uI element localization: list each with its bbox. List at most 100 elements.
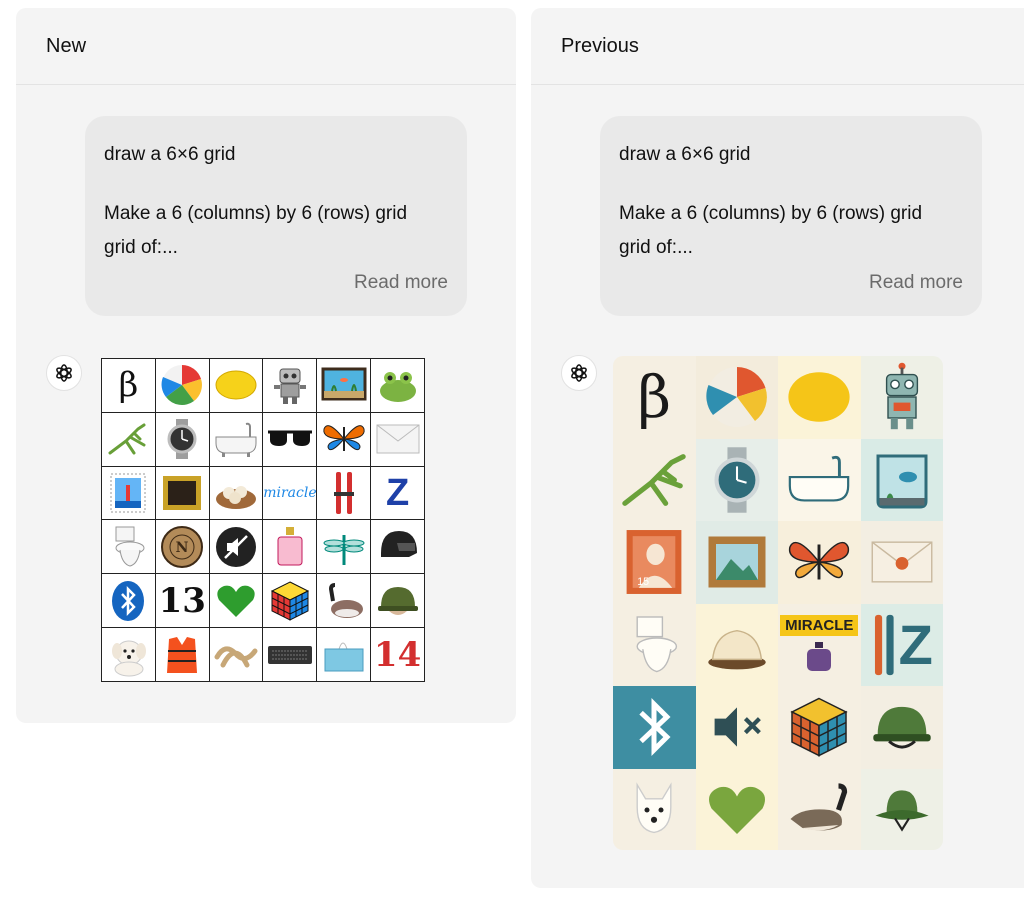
toilet-icon (115, 526, 145, 567)
grid-cell (209, 412, 264, 467)
grid-cell (102, 628, 156, 682)
rubiks-cube-icon (790, 697, 848, 757)
grid-cell (155, 628, 210, 682)
grid-cell (613, 603, 696, 686)
new-panel: New draw a 6×6 grid Make a 6 (columns) b… (16, 8, 516, 723)
grid-cell: miracle (263, 466, 318, 521)
grid-cell (778, 521, 861, 604)
grid-cell (860, 356, 943, 439)
generated-image-grid-previous[interactable]: β 15 MIRACLE Z (613, 356, 943, 850)
grid-cell: Z (371, 466, 425, 521)
green-heart-icon (708, 786, 765, 834)
grid-cell: Z (860, 603, 943, 686)
grid-cell (317, 466, 372, 521)
prompt-line-1: draw a 6×6 grid (104, 144, 236, 165)
grid-cell (778, 356, 861, 439)
grid-cell: β (613, 356, 696, 439)
prompt-line-1: draw a 6×6 grid (619, 144, 751, 165)
praying-mantis-icon (108, 423, 146, 455)
grid-cell (695, 356, 778, 439)
robot-icon (885, 362, 918, 430)
wristwatch-icon (714, 447, 760, 513)
letter-z-icon: Z (385, 471, 410, 514)
generated-image-grid-new[interactable]: β miracle Z N 13 14 (101, 358, 425, 682)
beta-symbol-icon: β (118, 365, 139, 406)
lemon-icon (215, 370, 257, 400)
picture-frame-icon (708, 536, 766, 588)
bathtub-icon (215, 423, 257, 458)
assistant-avatar (46, 355, 82, 391)
perfume-bottle-icon (277, 526, 303, 566)
muted-speaker-icon (714, 707, 761, 747)
number-13-icon: 13 (158, 580, 206, 621)
grid-cell: 14 (371, 628, 425, 682)
grid-cell (209, 520, 264, 575)
grid-cell (155, 359, 210, 413)
robot-icon (273, 368, 306, 405)
assistant-avatar (561, 355, 597, 391)
green-heart-icon (217, 585, 255, 617)
skis-icon (874, 614, 894, 675)
frog-icon (379, 372, 416, 403)
picture-frame-icon (163, 476, 202, 511)
aquarium-icon (876, 454, 928, 509)
grid-cell (155, 412, 210, 467)
dragonfly-icon (323, 534, 365, 565)
postage-stamp-icon (110, 473, 146, 513)
grid-cell (778, 768, 861, 850)
motorcycle-helmet-icon (380, 530, 417, 557)
butterfly-icon (323, 425, 365, 452)
grid-cell (613, 686, 696, 769)
beach-ball-icon (161, 365, 203, 406)
grid-cell (317, 628, 372, 682)
envelope-icon (376, 424, 420, 454)
dumplings-icon (216, 486, 257, 510)
bathtub-icon (788, 455, 850, 502)
nyc-seal-icon: N (161, 525, 204, 568)
life-vest-icon (167, 636, 198, 673)
wristwatch-icon (167, 419, 197, 460)
grid-cell (209, 628, 264, 682)
white-dog-icon (636, 782, 672, 833)
read-more-link[interactable]: Read more (354, 266, 448, 300)
prompt-line-3: grid of:... (104, 237, 178, 258)
grid-cell (102, 466, 156, 521)
dumpling-icon (708, 629, 766, 670)
muted-speaker-icon (216, 526, 257, 567)
user-prompt-bubble: draw a 6×6 grid Make a 6 (columns) by 6 … (600, 116, 982, 316)
panel-header-previous: Previous (531, 8, 1024, 85)
bluetooth-icon (112, 580, 145, 621)
grid-cell (102, 412, 156, 467)
grid-cell (371, 359, 425, 413)
grid-cell (613, 768, 696, 850)
grid-cell: 13 (155, 574, 210, 629)
aquarium-icon (321, 367, 367, 401)
goose-icon (790, 783, 848, 831)
envelope-icon (871, 541, 933, 583)
stamp-number: 15 (638, 576, 650, 588)
read-more-link[interactable]: Read more (869, 266, 963, 300)
tissue-box-icon (324, 642, 364, 672)
prompt-line-2: Make a 6 (columns) by 6 (rows) grid (104, 203, 408, 224)
grid-cell (209, 574, 264, 629)
grid-cell (860, 521, 943, 604)
grid-cell (263, 520, 318, 575)
perfume-bottle-icon (807, 642, 832, 672)
svg-text:N: N (176, 540, 189, 556)
grid-cell: N (155, 520, 210, 575)
grid-cell (371, 574, 425, 629)
grid-cell (778, 438, 861, 521)
army-helmet-icon (873, 707, 931, 749)
grid-cell (263, 359, 318, 413)
grid-cell (155, 466, 210, 521)
lemon-icon (788, 372, 850, 423)
beta-symbol-icon: β (637, 363, 672, 432)
grid-cell (695, 768, 778, 850)
prompt-line-3: grid of:... (619, 237, 693, 258)
grid-cell (263, 628, 318, 682)
grid-cell (102, 574, 156, 629)
rubiks-cube-icon (270, 581, 310, 621)
openai-logo-icon (571, 364, 587, 382)
grid-cell (371, 412, 425, 467)
beach-ball-icon (706, 367, 767, 428)
